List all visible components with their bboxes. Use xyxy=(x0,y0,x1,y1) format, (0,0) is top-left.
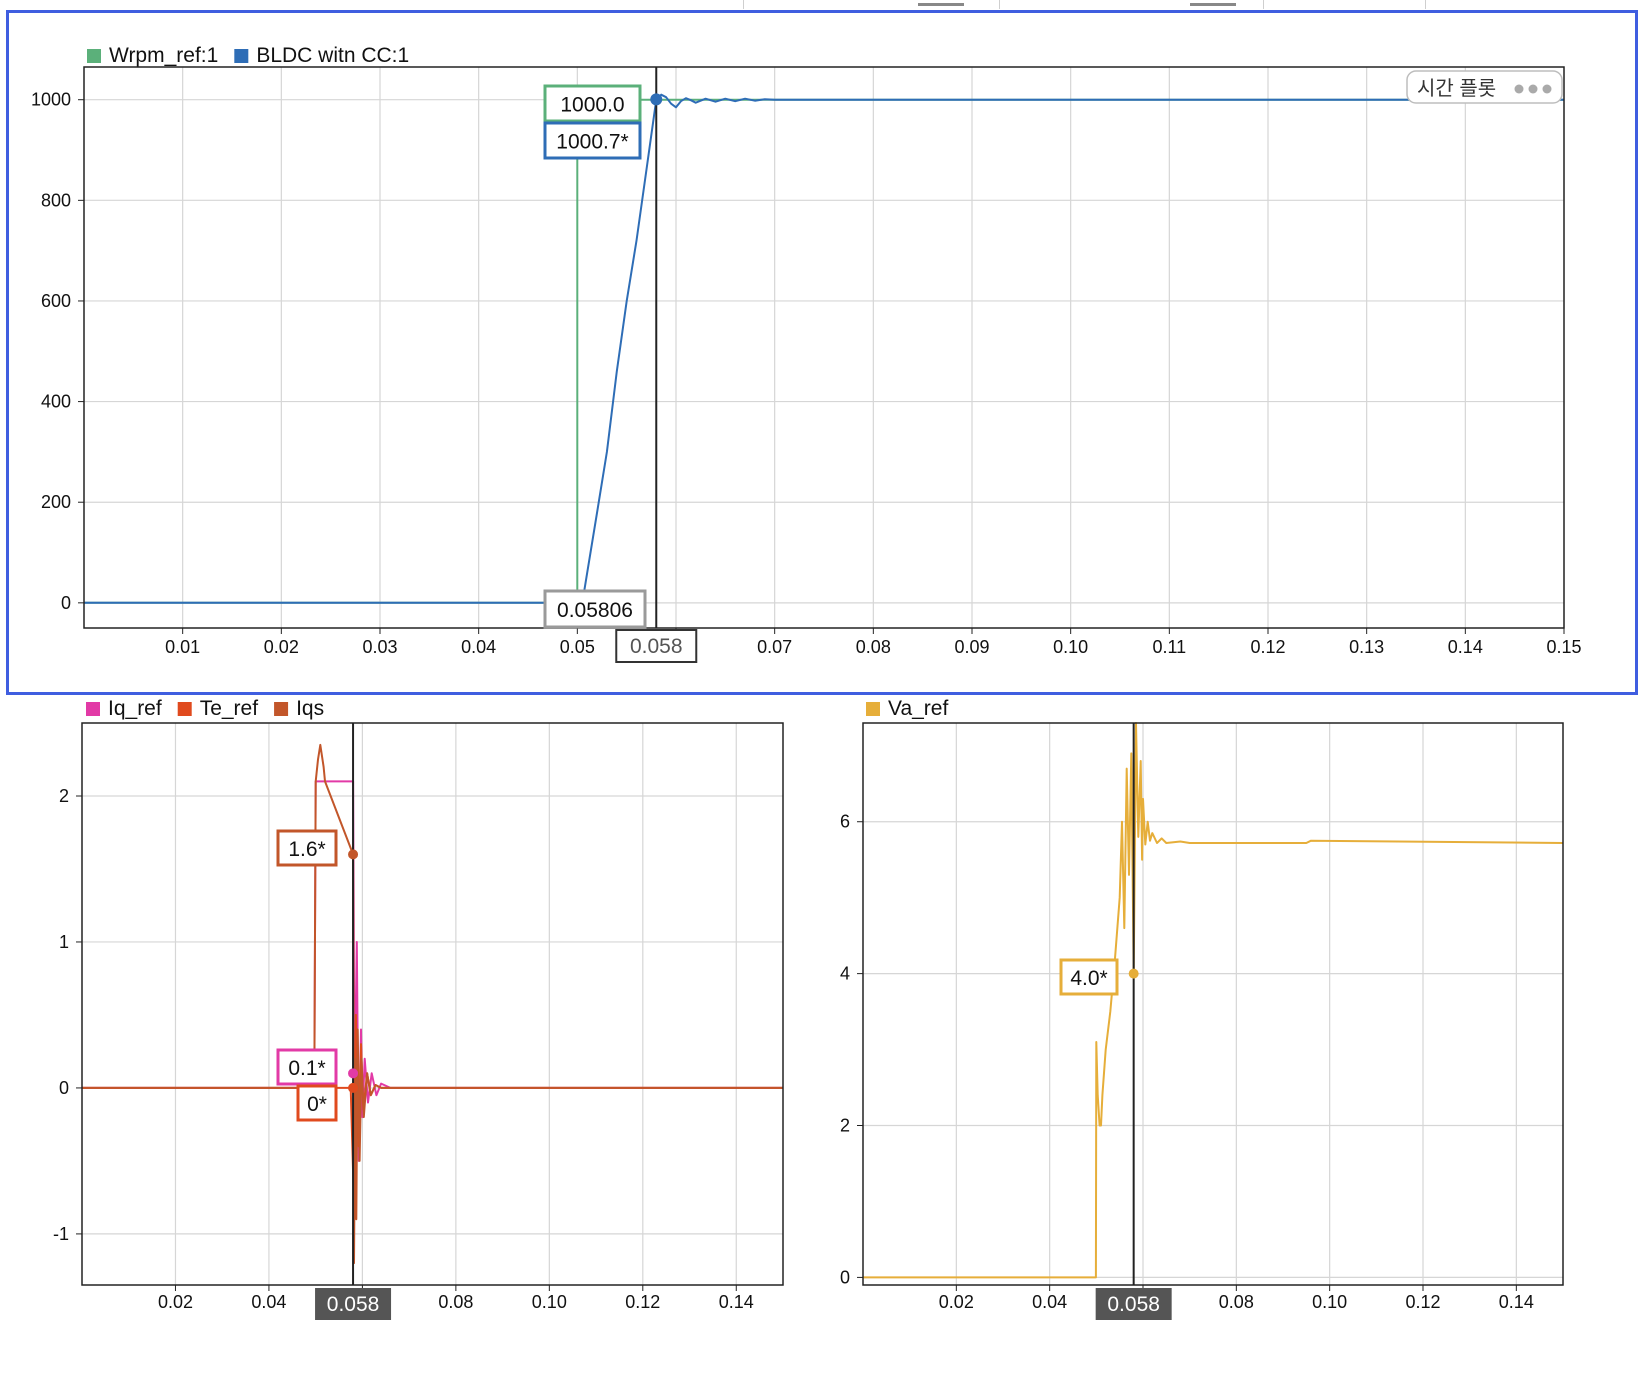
readout-iqs: 1.6* xyxy=(288,838,325,861)
x-tick-label: 0.11 xyxy=(1152,637,1186,657)
cursor-time-label[interactable]: 0.058 xyxy=(1107,1293,1160,1316)
x-tick-label: 0.02 xyxy=(158,1292,193,1312)
x-tick-label: 0.13 xyxy=(1349,637,1384,657)
x-tick-label: 0.09 xyxy=(954,637,989,657)
x-tick-label: 0.14 xyxy=(1499,1292,1534,1312)
cursor-point-iqs xyxy=(348,849,359,860)
legend-swatch xyxy=(274,702,289,716)
x-tick-label: 0.15 xyxy=(1546,637,1581,657)
cursor-point-bldc xyxy=(650,93,663,106)
plot-area[interactable] xyxy=(857,722,1564,1291)
legend-label[interactable]: BLDC witn CC:1 xyxy=(256,44,409,67)
y-tick-label: 400 xyxy=(41,392,71,412)
x-tick-label: 0.14 xyxy=(719,1292,754,1312)
y-tick-label: 0 xyxy=(840,1267,850,1287)
legend-swatch xyxy=(87,49,101,63)
current-plot-canvas[interactable]: Iq_refTe_refIqs0.020.040.060.080.100.120… xyxy=(0,697,822,1390)
current-plot-panel[interactable]: Iq_refTe_refIqs0.020.040.060.080.100.120… xyxy=(0,697,822,1390)
tab-indicator xyxy=(1190,3,1236,6)
tab-separator xyxy=(1263,0,1264,9)
cursor-time-label[interactable]: 0.058 xyxy=(630,635,683,658)
legend-label[interactable]: Wrpm_ref:1 xyxy=(109,44,218,67)
y-tick-label: 800 xyxy=(41,190,71,210)
y-tick-label: 4 xyxy=(840,964,850,984)
readout-time-delta: 0.05806 xyxy=(557,599,633,622)
tab-separator xyxy=(743,0,744,9)
y-tick-label: 0 xyxy=(59,1078,69,1098)
cursor-point-va-ref xyxy=(1128,968,1139,979)
x-tick-label: 0.07 xyxy=(757,637,792,657)
cursor-point-iq-ref xyxy=(348,1068,359,1079)
tab-separator xyxy=(1425,0,1426,9)
x-tick-label: 0.10 xyxy=(532,1292,567,1312)
legend-label[interactable]: Iq_ref xyxy=(108,697,162,720)
legend-label[interactable]: Te_ref xyxy=(200,697,259,720)
x-tick-label: 0.04 xyxy=(461,637,496,657)
plot-area[interactable] xyxy=(76,722,784,1291)
x-tick-label: 0.12 xyxy=(625,1292,660,1312)
plot-background xyxy=(863,723,1563,1285)
legend-swatch xyxy=(866,702,880,716)
plot-area[interactable] xyxy=(78,66,1565,634)
x-tick-label: 0.08 xyxy=(438,1292,473,1312)
y-tick-label: 2 xyxy=(840,1116,850,1136)
x-tick-label: 0.14 xyxy=(1448,637,1483,657)
cursor-point-te-ref xyxy=(348,1082,359,1093)
voltage-plot-panel[interactable]: Va_ref0.020.040.060.080.100.120.1402464.… xyxy=(822,697,1646,1390)
more-icon-dot xyxy=(1514,84,1524,94)
more-icon-dot xyxy=(1542,84,1552,94)
legend-swatch xyxy=(86,702,100,716)
x-tick-label: 0.08 xyxy=(1219,1292,1254,1312)
tab-indicator xyxy=(918,3,964,6)
plot-background xyxy=(84,67,1564,628)
legend-swatch xyxy=(177,702,192,716)
tab-separator xyxy=(999,0,1000,9)
voltage-plot-canvas[interactable]: Va_ref0.020.040.060.080.100.120.1402464.… xyxy=(822,697,1646,1390)
x-tick-label: 0.10 xyxy=(1312,1292,1347,1312)
x-tick-label: 0.05 xyxy=(560,637,595,657)
x-tick-label: 0.10 xyxy=(1053,637,1088,657)
x-tick-label: 0.04 xyxy=(1032,1292,1067,1312)
y-tick-label: 200 xyxy=(41,492,71,512)
x-tick-label: 0.03 xyxy=(362,637,397,657)
y-tick-label: 0 xyxy=(61,593,71,613)
y-tick-label: 6 xyxy=(840,812,850,832)
readout-bldc: 1000.7* xyxy=(556,131,628,154)
readout-va-ref: 4.0* xyxy=(1070,967,1107,990)
readout-te-ref: 0* xyxy=(307,1093,327,1116)
y-tick-label: 1000 xyxy=(31,90,71,110)
legend-label[interactable]: Iqs xyxy=(296,697,324,720)
legend-swatch xyxy=(234,49,249,63)
plot-type-menu-button[interactable]: 시간 플롯 xyxy=(1406,70,1563,104)
cursor-time-label[interactable]: 0.058 xyxy=(327,1293,380,1316)
x-tick-label: 0.12 xyxy=(1250,637,1285,657)
y-tick-label: 600 xyxy=(41,291,71,311)
x-tick-label: 0.04 xyxy=(251,1292,286,1312)
menu-button-label[interactable]: 시간 플롯 xyxy=(1417,77,1496,100)
speed-plot-panel[interactable]: Wrpm_ref:1 BLDC witn CC:1 0.01 0.02 0.03 0.04… xyxy=(6,10,1638,695)
x-tick-label: 0.08 xyxy=(856,637,891,657)
readout-iq-ref: 0.1* xyxy=(288,1057,325,1080)
x-tick-label: 0.01 xyxy=(165,637,200,657)
legend-label[interactable]: Va_ref xyxy=(888,697,948,720)
plot-background xyxy=(82,723,783,1285)
x-tick-label: 0.02 xyxy=(939,1292,974,1312)
y-tick-label: 2 xyxy=(59,786,69,806)
more-icon[interactable] xyxy=(1514,84,1552,94)
x-tick-label: 0.02 xyxy=(264,637,299,657)
more-icon-dot xyxy=(1528,84,1538,94)
x-tick-label: 0.12 xyxy=(1405,1292,1440,1312)
top-tab-strip xyxy=(0,0,1646,10)
y-tick-label: 1 xyxy=(59,932,69,952)
speed-plot-canvas[interactable]: Wrpm_ref:1 BLDC witn CC:1 0.01 0.02 0.03 0.04… xyxy=(9,13,1635,692)
y-tick-label: -1 xyxy=(53,1224,69,1244)
readout-wrpm-ref: 1000.0 xyxy=(560,94,624,117)
